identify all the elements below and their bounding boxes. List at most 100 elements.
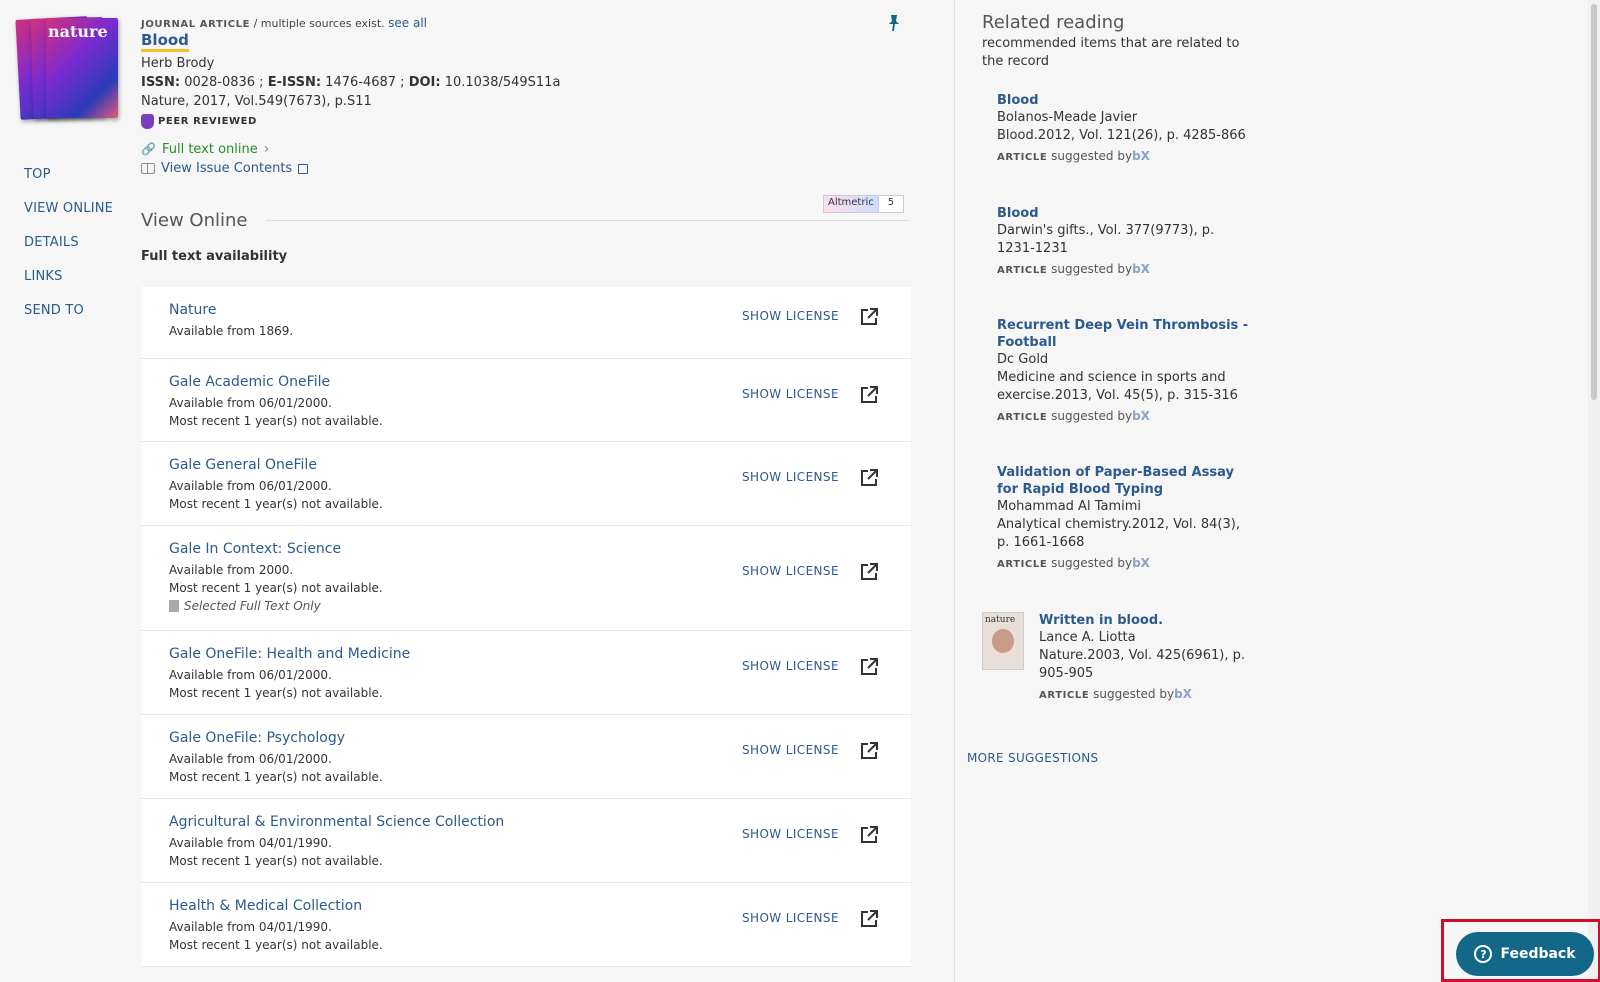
source-row: Gale Academic OneFile Available from 06/… — [141, 359, 911, 442]
suggested-by-text: suggested by — [1089, 687, 1175, 701]
full-text-availability-label: Full text availability — [141, 249, 288, 264]
bx-logo: bX — [1132, 556, 1150, 570]
record-header: JOURNAL ARTICLE / multiple sources exist… — [141, 16, 921, 176]
feedback-button[interactable]: ? Feedback — [1456, 932, 1594, 976]
show-license-button[interactable]: SHOW LICENSE — [742, 564, 839, 578]
related-item-source: Analytical chemistry.2012, Vol. 84(3), p… — [997, 517, 1240, 550]
related-item-author: Dc Gold — [997, 352, 1049, 367]
peer-reviewed-icon — [141, 114, 154, 129]
suggested-by-text: suggested by — [1047, 409, 1133, 423]
issn-label: ISSN: — [141, 75, 181, 90]
record-title[interactable]: Blood — [141, 32, 189, 52]
record-author: Herb Brody — [141, 56, 215, 71]
item-type: ARTICLE — [997, 265, 1048, 276]
availability-line: Most recent 1 year(s) not available. — [169, 497, 383, 511]
suggested-by-text: suggested by — [1047, 262, 1133, 276]
bx-logo: bX — [1174, 687, 1192, 701]
sources-text: / multiple sources exist. — [250, 17, 389, 30]
related-item-source: Blood.2012, Vol. 121(26), p. 4285-866 — [997, 128, 1246, 143]
issn-value: 0028-0836 ; — [180, 75, 268, 90]
related-item-author: Bolanos-Meade Javier — [997, 110, 1138, 125]
full-text-online-link[interactable]: Full text online — [162, 142, 258, 157]
external-link-icon[interactable] — [859, 825, 879, 845]
view-issue-contents-link[interactable]: View Issue Contents — [161, 161, 292, 176]
show-license-button[interactable]: SHOW LICENSE — [742, 387, 839, 401]
full-text-online-row[interactable]: 🔗 Full text online › — [141, 141, 921, 157]
related-item: Blood Bolanos-Meade Javier Blood.2012, V… — [997, 92, 1252, 163]
related-item: Recurrent Deep Vein Thrombosis - Footbal… — [997, 317, 1252, 423]
link-icon: 🔗 — [141, 142, 156, 156]
pin-icon[interactable] — [886, 14, 902, 32]
bx-logo: bX — [1132, 409, 1150, 423]
nav-item-send-to[interactable]: SEND TO — [24, 304, 113, 338]
item-type: ARTICLE — [997, 412, 1048, 423]
related-item-title[interactable]: Recurrent Deep Vein Thrombosis - Footbal… — [997, 317, 1252, 351]
item-type: ARTICLE — [1039, 690, 1090, 701]
source-name[interactable]: Gale In Context: Science — [169, 541, 911, 557]
suggested-by-text: suggested by — [1047, 556, 1133, 570]
show-license-button[interactable]: SHOW LICENSE — [742, 827, 839, 841]
external-link-icon[interactable] — [859, 657, 879, 677]
related-item: Blood Darwin's gifts., Vol. 377(9773), p… — [997, 205, 1252, 276]
availability-line: Most recent 1 year(s) not available. — [169, 414, 383, 428]
related-item-source: Darwin's gifts., Vol. 377(9773), p. 1231… — [997, 223, 1215, 256]
page-scrollbar[interactable] — [1588, 0, 1600, 982]
column-divider — [954, 0, 955, 982]
more-suggestions-button[interactable]: MORE SUGGESTIONS — [967, 751, 1098, 765]
related-item-source: Nature.2003, Vol. 425(6961), p. 905-905 — [1039, 648, 1245, 681]
related-item-title[interactable]: Validation of Paper-Based Assay for Rapi… — [997, 464, 1252, 498]
external-link-icon[interactable] — [859, 909, 879, 929]
item-type: ARTICLE — [997, 559, 1048, 570]
external-link-icon[interactable] — [859, 385, 879, 405]
document-icon — [169, 600, 179, 612]
record-citation: Nature, 2017, Vol.549(7673), p.S11 — [141, 94, 372, 109]
question-icon: ? — [1474, 945, 1493, 963]
show-license-button[interactable]: SHOW LICENSE — [742, 659, 839, 673]
external-link-icon[interactable] — [859, 562, 879, 582]
related-item-title[interactable]: Blood — [997, 92, 1252, 109]
show-license-button[interactable]: SHOW LICENSE — [742, 743, 839, 757]
related-item: Validation of Paper-Based Assay for Rapi… — [997, 464, 1252, 570]
show-license-button[interactable]: SHOW LICENSE — [742, 470, 839, 484]
related-reading-subtitle: recommended items that are related to th… — [982, 36, 1240, 69]
feedback-label: Feedback — [1500, 946, 1576, 962]
peer-reviewed-label: PEER REVIEWED — [158, 116, 257, 127]
suggested-by: ARTICLE suggested bybX — [997, 556, 1252, 570]
scrollbar-thumb[interactable] — [1591, 4, 1597, 400]
journal-cover[interactable]: nature — [15, 16, 118, 120]
record-section-nav: TOP VIEW ONLINE DETAILS LINKS SEND TO — [24, 168, 113, 338]
chevron-right-icon: › — [263, 141, 270, 157]
related-item-source: Medicine and science in sports and exerc… — [997, 370, 1238, 403]
suggested-by: ARTICLE suggested bybX — [997, 149, 1252, 163]
external-link-icon[interactable] — [859, 468, 879, 488]
nav-item-links[interactable]: LINKS — [24, 270, 113, 304]
show-license-button[interactable]: SHOW LICENSE — [742, 911, 839, 925]
eissn-value: 1476-4687 ; — [321, 75, 409, 90]
related-item-title[interactable]: Written in blood. — [1039, 612, 1259, 629]
external-link-icon[interactable] — [859, 307, 879, 327]
related-item-title[interactable]: Blood — [997, 205, 1252, 222]
related-item-thumbnail[interactable]: nature — [982, 612, 1024, 670]
nav-item-top[interactable]: TOP — [24, 168, 113, 202]
cover-title: nature — [48, 22, 108, 41]
peer-reviewed-badge: PEER REVIEWED — [141, 114, 921, 129]
nav-item-details[interactable]: DETAILS — [24, 236, 113, 270]
external-link-icon — [298, 163, 309, 174]
availability-line: Most recent 1 year(s) not available. — [169, 854, 383, 868]
source-row: Gale In Context: Science Available from … — [141, 526, 911, 631]
external-link-icon[interactable] — [859, 741, 879, 761]
related-item-author: Lance A. Liotta — [1039, 630, 1136, 645]
view-issue-contents-row[interactable]: View Issue Contents — [141, 161, 921, 176]
source-row: Gale General OneFile Available from 06/0… — [141, 442, 911, 526]
suggested-by: ARTICLE suggested bybX — [1039, 687, 1259, 701]
suggested-by: ARTICLE suggested bybX — [997, 409, 1252, 423]
show-license-button[interactable]: SHOW LICENSE — [742, 309, 839, 323]
source-row: Nature Available from 1869. SHOW LICENSE — [141, 287, 911, 359]
bx-logo: bX — [1132, 149, 1150, 163]
see-all-link[interactable]: see all — [388, 16, 427, 30]
nav-item-view-online[interactable]: VIEW ONLINE — [24, 202, 113, 236]
related-reading-title: Related reading — [982, 12, 1125, 33]
record-identifiers: ISSN: 0028-0836 ; E-ISSN: 1476-4687 ; DO… — [141, 73, 921, 92]
eissn-label: E-ISSN: — [267, 75, 322, 90]
thumbnail-masthead: nature — [985, 615, 1016, 625]
